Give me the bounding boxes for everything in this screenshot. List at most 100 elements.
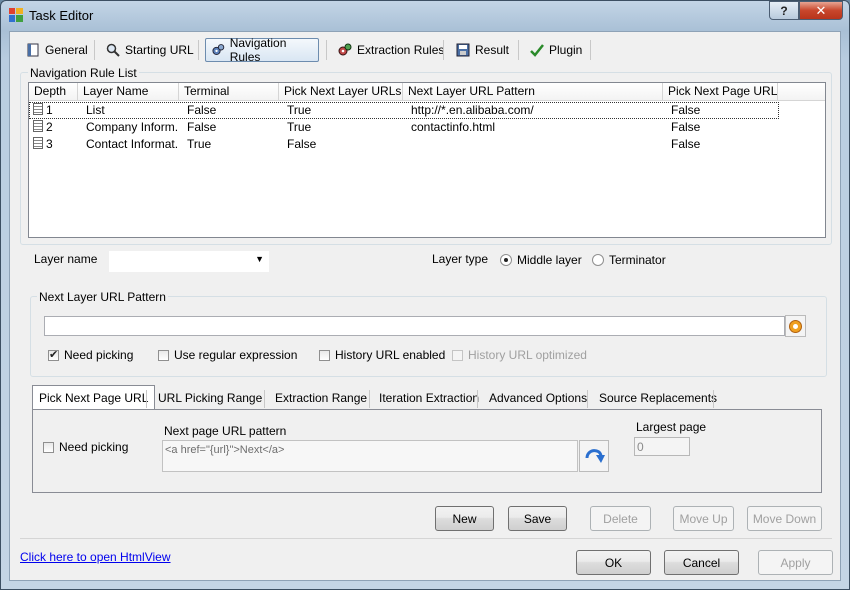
tab-general[interactable]: General <box>20 38 94 62</box>
subtab-url-picking-range[interactable]: URL Picking Range <box>152 387 268 409</box>
largest-page-input[interactable]: 0 <box>634 437 690 456</box>
cell-depth: 1 <box>29 102 78 119</box>
cell-depth: 3 <box>29 136 78 153</box>
next-page-pattern-label: Next page URL pattern <box>164 424 287 438</box>
tab-result[interactable]: Result <box>450 38 515 62</box>
checkbox-indicator <box>319 349 330 361</box>
move-up-button[interactable]: Move Up <box>673 506 734 531</box>
tab-label: Result <box>475 43 510 57</box>
tab-navigation-rules[interactable]: Navigation Rules <box>205 36 319 64</box>
tab-extraction-rules[interactable]: Extraction Rules <box>332 38 450 62</box>
subtab-advanced-options[interactable]: Advanced Options <box>483 387 593 409</box>
cell-pick-next-page: False <box>671 103 701 117</box>
ok-button[interactable]: OK <box>576 550 651 575</box>
next-page-need-picking-label: Need picking <box>59 440 129 454</box>
layer-name-combobox[interactable]: ▼ <box>109 251 269 272</box>
url-pattern-input[interactable] <box>44 316 785 336</box>
open-htmlview-link[interactable]: Click here to open HtmlView <box>20 550 171 564</box>
next-page-panel: Need picking Next page URL pattern <a hr… <box>32 409 822 493</box>
column-header-pick-next-page[interactable]: Pick Next Page URL <box>663 83 778 100</box>
gears-icon <box>212 44 225 55</box>
cell-url-pattern: contactinfo.html <box>411 120 496 134</box>
window-title: Task Editor <box>29 8 94 23</box>
radio-indicator <box>592 254 604 266</box>
pick-pattern-button[interactable] <box>785 315 806 337</box>
tab-separator <box>264 390 265 408</box>
history-url-enabled-checkbox[interactable]: History URL enabled <box>319 348 445 362</box>
rule-list-view[interactable]: Depth Layer Name Terminal Pick Next Laye… <box>28 82 826 238</box>
history-url-optimized-checkbox[interactable]: History URL optimized <box>452 348 587 362</box>
history-url-enabled-label: History URL enabled <box>335 348 446 362</box>
apply-button[interactable]: Apply <box>758 550 833 575</box>
subtab-extraction-range[interactable]: Extraction Range <box>269 387 373 409</box>
tab-separator <box>443 40 444 60</box>
subtab-source-replacements[interactable]: Source Replacements <box>593 387 723 409</box>
table-row[interactable]: 2 Company Inform... False True contactin… <box>29 119 825 136</box>
tab-separator <box>326 40 327 60</box>
middle-layer-label: Middle layer <box>517 253 582 267</box>
cell-pick-next-layer: True <box>287 103 312 117</box>
close-button[interactable]: ✕ <box>799 1 843 20</box>
column-header-pick-next-layer[interactable]: Pick Next Layer URLs <box>279 83 403 100</box>
cell-pick-next-page: False <box>671 137 701 151</box>
cell-terminal: False <box>187 120 217 134</box>
layer-name-label: Layer name <box>34 252 98 266</box>
need-picking-label: Need picking <box>64 348 134 362</box>
terminator-radio[interactable]: Terminator <box>592 253 666 267</box>
rule-list-legend: Navigation Rule List <box>28 66 139 80</box>
cell-text: 2 <box>46 120 53 134</box>
history-url-optimized-label: History URL optimized <box>468 348 587 362</box>
column-header-depth[interactable]: Depth <box>29 83 78 100</box>
cell-layer-name: Company Inform... <box>86 120 179 134</box>
table-row[interactable]: 1 List False True http://*.en.alibaba.co… <box>29 102 779 119</box>
magnifier-icon <box>106 43 120 57</box>
need-picking-checkbox[interactable]: Need picking <box>48 348 133 362</box>
cell-depth: 2 <box>29 119 78 136</box>
column-header-url-pattern[interactable]: Next Layer URL Pattern <box>403 83 663 100</box>
largest-page-value: 0 <box>637 440 644 454</box>
help-button[interactable]: ? <box>769 1 799 20</box>
subtab-pick-next-page-url[interactable]: Pick Next Page URL <box>32 385 156 411</box>
checkbox-indicator <box>158 349 169 361</box>
table-row[interactable]: 3 Contact Informat... True False False <box>29 136 825 153</box>
middle-layer-radio[interactable]: Middle layer <box>500 253 582 267</box>
cancel-button[interactable]: Cancel <box>664 550 739 575</box>
new-button[interactable]: New <box>435 506 494 531</box>
largest-page-label: Largest page <box>636 420 707 434</box>
url-pattern-group <box>30 296 827 377</box>
column-header-terminal[interactable]: Terminal <box>179 83 279 100</box>
curved-arrow-icon <box>585 449 605 463</box>
tab-separator <box>477 390 478 408</box>
layer-type-label: Layer type <box>432 252 489 266</box>
checkbox-indicator <box>48 348 59 361</box>
next-page-need-picking-checkbox[interactable]: Need picking <box>43 440 128 454</box>
cell-pick-next-page: False <box>671 120 701 134</box>
save-button[interactable]: Save <box>508 506 567 531</box>
delete-button[interactable]: Delete <box>590 506 651 531</box>
tab-separator <box>146 390 147 408</box>
move-down-button[interactable]: Move Down <box>747 506 822 531</box>
chevron-down-icon[interactable]: ▼ <box>255 254 264 264</box>
cell-text: 3 <box>46 137 53 151</box>
row-document-icon <box>33 103 43 115</box>
tab-label: General <box>45 43 88 57</box>
cell-url-pattern: http://*.en.alibaba.com/ <box>411 103 534 117</box>
checkbox-indicator <box>452 349 463 361</box>
tab-label: Plugin <box>549 43 583 57</box>
column-header-layer-name[interactable]: Layer Name <box>78 83 179 100</box>
use-regex-checkbox[interactable]: Use regular expression <box>158 348 297 362</box>
tab-label: Starting URL <box>125 43 194 57</box>
cell-layer-name: Contact Informat... <box>86 137 179 151</box>
tab-starting-url[interactable]: Starting URL <box>100 38 200 62</box>
radio-indicator <box>500 254 512 266</box>
checkmark-icon <box>530 44 544 57</box>
tab-plugin[interactable]: Plugin <box>524 38 588 62</box>
use-regex-label: Use regular expression <box>174 348 298 362</box>
next-page-pattern-input[interactable]: <a href="{url}">Next</a> <box>162 440 578 472</box>
subtab-iteration-extraction[interactable]: Iteration Extraction <box>373 387 485 409</box>
title-bar[interactable]: Task Editor ? ✕ <box>1 1 849 29</box>
floppy-icon <box>456 43 470 57</box>
editor-client-area: General Starting URL Navigation Rules Ex… <box>9 31 841 581</box>
pick-next-page-button[interactable] <box>579 440 609 472</box>
row-document-icon <box>33 137 43 149</box>
